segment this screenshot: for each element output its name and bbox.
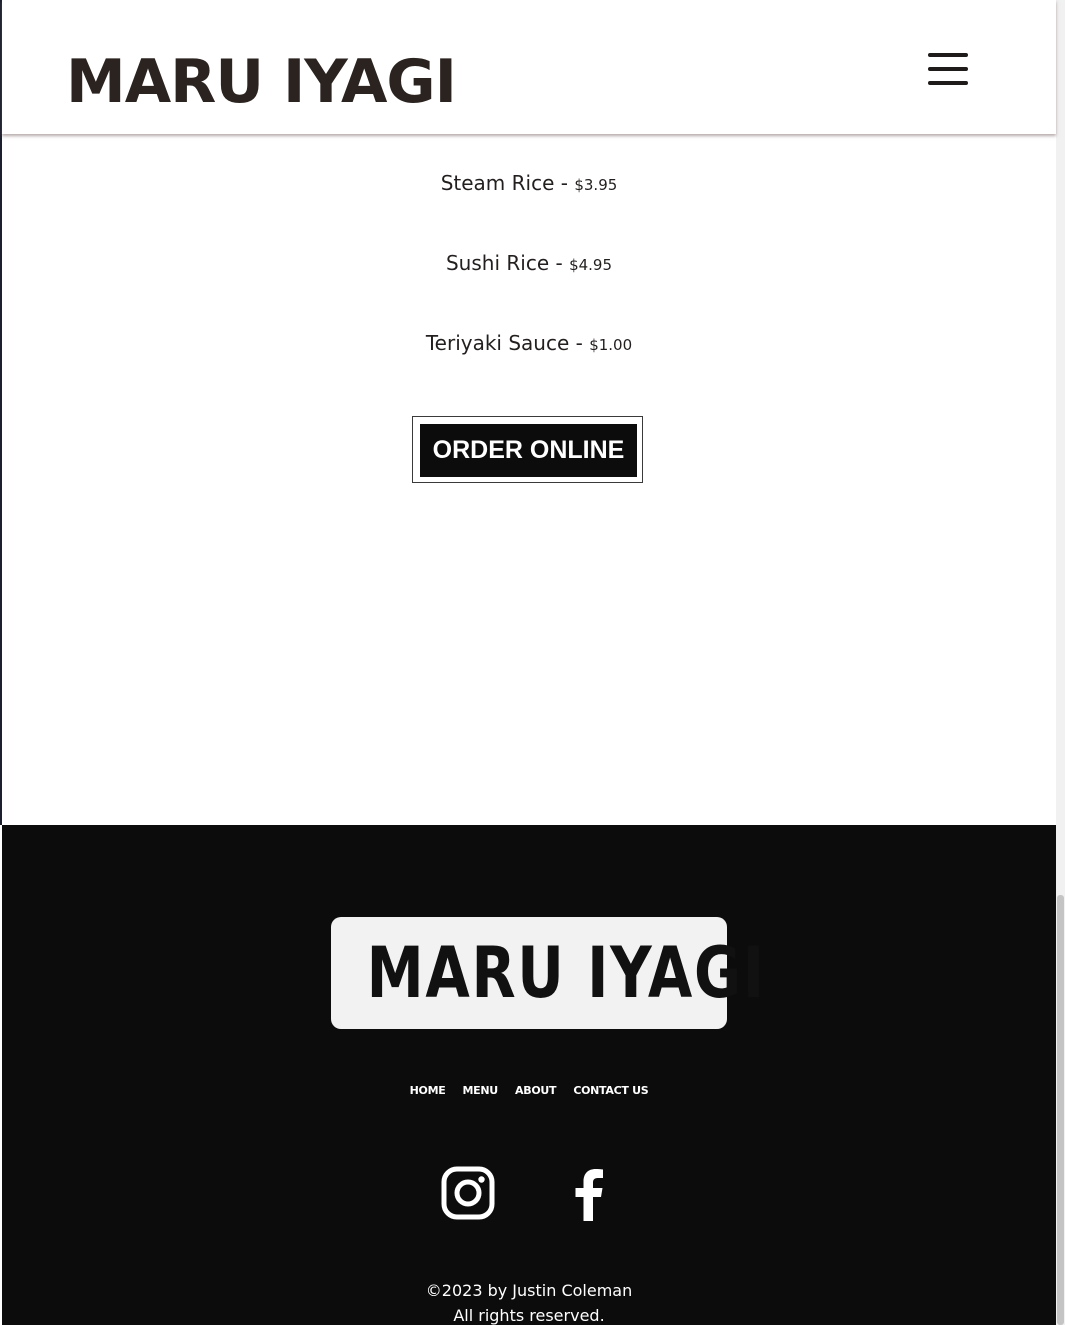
footer-logo-text: MARU IYAGI: [366, 932, 766, 1014]
footer-nav-contact-us[interactable]: CONTACT US: [573, 1084, 648, 1097]
footer-nav-menu[interactable]: MENU: [463, 1084, 499, 1097]
menu-item-name: Steam Rice: [440, 171, 555, 195]
order-online-label[interactable]: ORDER ONLINE: [420, 424, 637, 477]
footer-nav: HOME MENU ABOUT CONTACT US: [2, 1079, 1056, 1098]
copyright: ©2023 by Justin Coleman All rights reser…: [2, 1278, 1056, 1325]
menu-item-separator: -: [549, 251, 570, 275]
footer-logo[interactable]: MARU IYAGI: [331, 917, 766, 1029]
menu-item-price: $1.00: [589, 336, 633, 354]
site-title[interactable]: MARU IYAGI: [66, 52, 457, 112]
hamburger-menu-icon[interactable]: [928, 53, 970, 87]
facebook-icon[interactable]: [562, 1165, 618, 1221]
footer-nav-about[interactable]: ABOUT: [515, 1084, 556, 1097]
menu-item-price: $4.95: [569, 256, 613, 274]
menu-item-separator: -: [569, 331, 590, 355]
copyright-line: ©2023 by Justin Coleman: [425, 1281, 633, 1300]
menu-item: Sushi Rice - $4.95: [2, 251, 1056, 275]
hamburger-line: [928, 67, 968, 71]
menu-item: Steam Rice - $3.95: [2, 171, 1056, 195]
menu-item: Teriyaki Sauce - $1.00: [2, 331, 1056, 355]
menu-section: Steam Rice - $3.95 Sushi Rice - $4.95 Te…: [2, 134, 1056, 825]
menu-item-name: Teriyaki Sauce: [425, 331, 570, 355]
menu-item-separator: -: [554, 171, 575, 195]
scrollbar-thumb[interactable]: [1057, 895, 1064, 1325]
site-header: MARU IYAGI: [2, 0, 1056, 134]
menu-item-name: Sushi Rice: [445, 251, 550, 275]
copyright-line: All rights reserved.: [453, 1306, 605, 1325]
hamburger-line: [928, 53, 968, 57]
order-online-button[interactable]: ORDER ONLINE: [412, 416, 643, 483]
hamburger-line: [928, 81, 968, 85]
menu-item-price: $3.95: [574, 176, 618, 194]
site-footer: MARU IYAGI HOME MENU ABOUT CONTACT US ©2…: [2, 825, 1056, 1325]
instagram-icon[interactable]: [440, 1165, 496, 1221]
page: MARU IYAGI Steam Rice - $3.95 Sushi Rice…: [0, 0, 1065, 1325]
scrollbar[interactable]: [1056, 0, 1065, 1325]
footer-nav-home[interactable]: HOME: [410, 1084, 446, 1097]
